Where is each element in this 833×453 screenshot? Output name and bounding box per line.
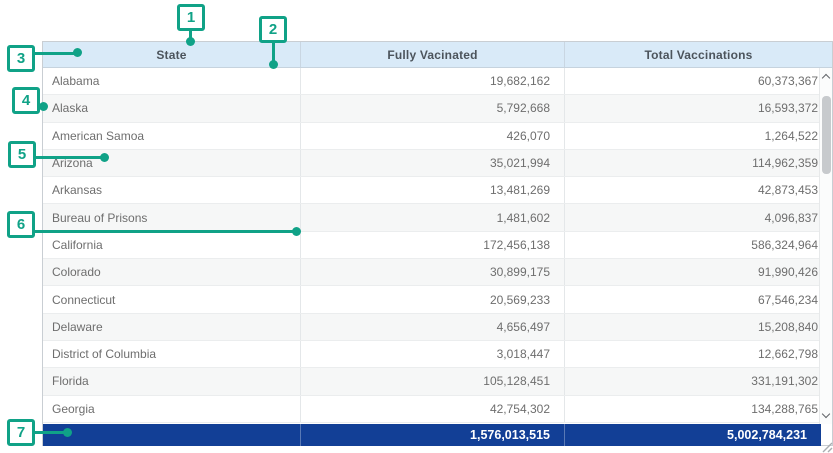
cell-fully-vacinated: 3,018,447 [301,341,565,367]
callout-6-dot [292,227,301,236]
table-row[interactable]: American Samoa 426,070 1,264,522 [43,123,832,150]
table-row[interactable]: Arizona 35,021,994 114,962,359 [43,150,832,177]
table-row[interactable]: Connecticut 20,569,233 67,546,234 [43,286,832,313]
cell-total-vaccinations: 67,546,234 [565,286,832,312]
cell-state: Colorado [43,259,301,285]
table-row[interactable]: Bureau of Prisons 1,481,602 4,096,837 [43,204,832,231]
cell-state: Arkansas [43,177,301,203]
scroll-down-arrow-icon[interactable] [820,408,832,422]
table-row[interactable]: Arkansas 13,481,269 42,873,453 [43,177,832,204]
cell-total-vaccinations: 60,373,367 [565,68,832,94]
callout-7-dot [63,428,72,437]
callout-3-dot [73,48,82,57]
cell-fully-vacinated: 42,754,302 [301,396,565,422]
table-row[interactable]: Alabama 19,682,162 60,373,367 [43,68,832,95]
callout-5-dot [100,153,109,162]
summary-cell-fully-vacinated: 1,576,013,515 [301,424,565,446]
column-header-fully-vacinated[interactable]: Fully Vacinated [301,42,565,67]
cell-state: Alabama [43,68,301,94]
cell-fully-vacinated: 35,021,994 [301,150,565,176]
callout-1-dot [186,37,195,46]
cell-state: Georgia [43,396,301,422]
table-row[interactable]: California 172,456,138 586,324,964 [43,232,832,259]
cell-total-vaccinations: 586,324,964 [565,232,832,258]
callout-6-badge: 6 [7,211,35,238]
cell-fully-vacinated: 105,128,451 [301,368,565,394]
table-header-row: State Fully Vacinated Total Vaccinations [43,42,832,68]
callout-3-line [34,52,76,55]
summary-cell-state [43,424,301,446]
callout-7-line [33,431,66,434]
callout-3-badge: 3 [7,45,35,72]
resize-grip-icon[interactable] [821,440,833,452]
callout-6-line [32,230,295,233]
cell-fully-vacinated: 19,682,162 [301,68,565,94]
annotated-table-screenshot: State Fully Vacinated Total Vaccinations… [0,0,833,453]
summary-cell-total-vaccinations: 5,002,784,231 [565,424,821,446]
column-header-state[interactable]: State [43,42,301,67]
cell-state: District of Columbia [43,341,301,367]
cell-total-vaccinations: 114,962,359 [565,150,832,176]
callout-5-line [34,156,104,159]
cell-state: American Samoa [43,123,301,149]
cell-total-vaccinations: 134,288,765 [565,396,832,422]
table-row[interactable]: Florida 105,128,451 331,191,302 [43,368,832,395]
scroll-up-arrow-icon[interactable] [820,70,832,84]
table-body: Alabama 19,682,162 60,373,367 Alaska 5,7… [43,68,832,424]
cell-total-vaccinations: 331,191,302 [565,368,832,394]
callout-1-badge: 1 [177,4,205,31]
cell-fully-vacinated: 172,456,138 [301,232,565,258]
cell-state: Florida [43,368,301,394]
cell-fully-vacinated: 426,070 [301,123,565,149]
callout-4-dot [39,102,48,111]
cell-state: California [43,232,301,258]
callout-7-badge: 7 [7,419,35,446]
cell-state: Connecticut [43,286,301,312]
cell-total-vaccinations: 4,096,837 [565,204,832,230]
table-row[interactable]: Alaska 5,792,668 16,593,372 [43,95,832,122]
column-header-total-vaccinations[interactable]: Total Vaccinations [565,42,832,67]
cell-fully-vacinated: 30,899,175 [301,259,565,285]
cell-total-vaccinations: 42,873,453 [565,177,832,203]
table-row[interactable]: District of Columbia 3,018,447 12,662,79… [43,341,832,368]
cell-state: Delaware [43,314,301,340]
cell-total-vaccinations: 15,208,840 [565,314,832,340]
scrollbar-thumb[interactable] [822,96,831,174]
table-row[interactable]: Delaware 4,656,497 15,208,840 [43,314,832,341]
cell-fully-vacinated: 20,569,233 [301,286,565,312]
table-row[interactable]: Colorado 30,899,175 91,990,426 [43,259,832,286]
cell-total-vaccinations: 91,990,426 [565,259,832,285]
callout-2-dot [269,60,278,69]
cell-total-vaccinations: 12,662,798 [565,341,832,367]
callout-5-badge: 5 [8,141,36,168]
callout-2-line [272,42,275,62]
table-row[interactable]: Georgia 42,754,302 134,288,765 [43,396,832,423]
callout-4-badge: 4 [12,87,40,114]
cell-total-vaccinations: 1,264,522 [565,123,832,149]
vertical-scrollbar[interactable] [819,68,832,424]
vaccination-table: State Fully Vacinated Total Vaccinations… [42,41,833,446]
cell-state: Bureau of Prisons [43,204,301,230]
cell-state: Arizona [43,150,301,176]
cell-fully-vacinated: 4,656,497 [301,314,565,340]
summary-row: 1,576,013,515 5,002,784,231 [43,424,821,446]
callout-2-badge: 2 [259,16,287,43]
cell-state: Alaska [43,95,301,121]
cell-fully-vacinated: 5,792,668 [301,95,565,121]
cell-total-vaccinations: 16,593,372 [565,95,832,121]
cell-fully-vacinated: 1,481,602 [301,204,565,230]
cell-fully-vacinated: 13,481,269 [301,177,565,203]
